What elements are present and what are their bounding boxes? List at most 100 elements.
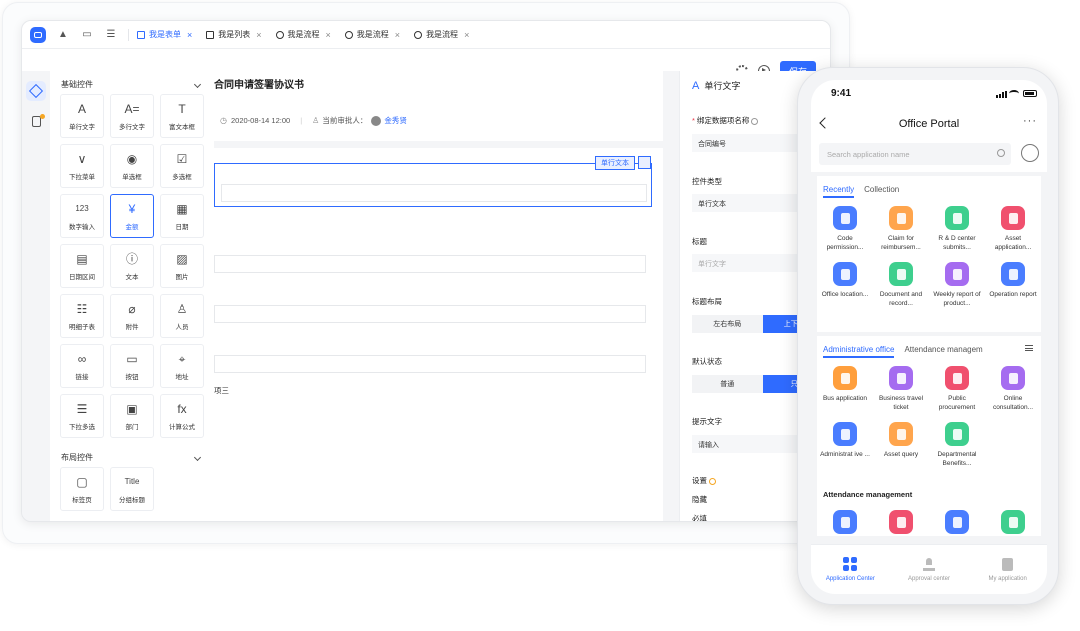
control-item[interactable]: ¥ 金额 — [110, 194, 154, 238]
app-tile[interactable]: Office location... — [817, 262, 873, 318]
layout-label: 标题布局 — [692, 297, 722, 306]
menu-icon[interactable] — [1025, 345, 1033, 351]
search-input[interactable]: Search application name — [819, 143, 1011, 165]
recent-tabs: Recently Collection — [817, 176, 1041, 200]
divider: | — [300, 116, 303, 125]
app-tile[interactable]: Asset query — [873, 422, 929, 478]
app-tile[interactable]: Departmental Benefits... — [929, 422, 985, 478]
info-icon[interactable] — [709, 477, 716, 485]
control-item[interactable]: 123 数字输入 — [60, 194, 104, 238]
control-item[interactable]: ▭ 按钮 — [110, 344, 154, 388]
control-item[interactable]: ▣ 部门 — [110, 394, 154, 438]
info-icon[interactable] — [751, 117, 759, 125]
control-item[interactable]: ▦ 日期 — [160, 194, 204, 238]
app-tile[interactable]: Administrat ive ... — [817, 422, 873, 478]
control-item[interactable]: ☷ 明细子表 — [60, 294, 104, 338]
layout-option-left-right[interactable]: 左右布局 — [692, 315, 763, 333]
folder-icon[interactable]: ▭ — [80, 28, 94, 42]
control-item[interactable]: ☰ 下拉多选 — [60, 394, 104, 438]
app-tile[interactable]: Code permission... — [817, 206, 873, 262]
state-option-normal[interactable]: 普通 — [692, 375, 763, 393]
control-item[interactable]: ▢ 标签页 — [60, 467, 104, 511]
menu-icon[interactable]: ☰ — [104, 28, 118, 42]
text-icon: A — [692, 79, 700, 92]
control-item[interactable]: ▨ 图片 — [160, 244, 204, 288]
control-item[interactable]: ☑ 多选框 — [160, 144, 204, 188]
nav-application-center[interactable]: Application Center — [811, 545, 890, 594]
control-palette: 基础控件 A 单行文字 A= 多行文字 T 富文本框 ∨ 下拉菜单 ◉ 单选框 ☑ 多选框 123 数字输… — [50, 71, 214, 521]
control-icon: ∨ — [77, 151, 87, 166]
field-input[interactable] — [214, 355, 646, 373]
notification-icon[interactable]: ▲ — [56, 28, 70, 42]
app-tile[interactable]: Operation report — [985, 262, 1041, 318]
control-item[interactable]: A= 多行文字 — [110, 94, 154, 138]
tab-label: 我是流程 — [287, 30, 320, 39]
app-icon — [833, 510, 857, 534]
control-item[interactable]: ⌖ 地址 — [160, 344, 204, 388]
app-tile[interactable]: Public procurement — [929, 366, 985, 422]
app-tile[interactable]: Claim for reimbursem... — [873, 206, 929, 262]
control-item[interactable]: ⌀ 附件 — [110, 294, 154, 338]
nav-bar: Office Portal ··· — [811, 110, 1047, 138]
app-label: Asset application... — [994, 235, 1032, 252]
tab-collection[interactable]: Collection — [864, 185, 899, 200]
layout-controls-header[interactable]: 布局控件 — [50, 444, 214, 464]
nav-label: Approval center — [907, 575, 951, 582]
selected-field[interactable]: 单行文本 — [214, 156, 652, 207]
app-tile[interactable]: Business travel ticket — [873, 366, 929, 422]
tab-attendance-management[interactable]: Attendance managem — [904, 345, 982, 360]
scan-icon[interactable] — [1021, 144, 1039, 162]
control-item[interactable]: ♙ 人员 — [160, 294, 204, 338]
nav-approval-center[interactable]: Approval center — [890, 545, 969, 594]
app-icon — [1001, 510, 1025, 534]
control-label: 单选框 — [122, 173, 142, 181]
tab-label: 我是表单 — [149, 30, 181, 39]
control-icon: ⌀ — [128, 301, 136, 316]
close-icon[interactable]: × — [464, 30, 469, 40]
control-icon: Title — [124, 476, 140, 486]
app-logo-icon[interactable] — [30, 26, 46, 43]
field-input[interactable] — [214, 305, 646, 323]
control-item[interactable]: ◉ 单选框 — [110, 144, 154, 188]
app-tile[interactable]: R & D center submits... — [929, 206, 985, 262]
nav-my-application[interactable]: My application — [968, 545, 1047, 594]
data-source-button[interactable] — [26, 111, 46, 131]
field-input[interactable] — [214, 255, 646, 273]
control-item[interactable]: ∨ 下拉菜单 — [60, 144, 104, 188]
app-icon — [945, 206, 969, 230]
app-tile[interactable]: Asset application... — [985, 206, 1041, 262]
app-tile[interactable]: Weekly report of product... — [929, 262, 985, 318]
control-item[interactable]: Title 分组标题 — [110, 467, 154, 511]
tab-2[interactable]: 我是流程 × — [270, 21, 337, 49]
basic-controls-header[interactable]: 基础控件 — [50, 71, 214, 91]
status-bar: 9:41 — [811, 80, 1047, 110]
control-item[interactable]: ▤ 日期区间 — [60, 244, 104, 288]
control-item[interactable]: T 富文本框 — [160, 94, 204, 138]
delete-icon[interactable] — [638, 156, 651, 169]
app-tile[interactable]: Document and record... — [873, 262, 929, 318]
control-item[interactable]: ⓘ 文本 — [110, 244, 154, 288]
close-icon[interactable]: × — [256, 30, 261, 40]
hidden-label: 隐藏 — [692, 495, 707, 504]
signal-icon — [996, 91, 1007, 98]
close-icon[interactable]: × — [395, 30, 400, 40]
tab-1[interactable]: 我是列表 × — [200, 21, 267, 49]
tab-0[interactable]: 我是表单 × — [131, 21, 198, 49]
app-tile[interactable]: Bus application — [817, 366, 873, 422]
tab-4[interactable]: 我是流程 × — [408, 21, 475, 49]
tab-administrative-office[interactable]: Administrative office — [823, 345, 895, 358]
properties-title-text: 单行文字 — [704, 81, 741, 91]
nav-label: My application — [988, 575, 1027, 582]
more-icon[interactable]: ··· — [1023, 115, 1037, 127]
app-tile[interactable]: Online consultation... — [985, 366, 1041, 422]
control-item[interactable]: fx 计算公式 — [160, 394, 204, 438]
control-item[interactable]: A 单行文字 — [60, 94, 104, 138]
control-item[interactable]: ∞ 链接 — [60, 344, 104, 388]
close-icon[interactable]: × — [326, 30, 331, 40]
approver-name[interactable]: 金秀贤 — [384, 116, 407, 125]
layers-button[interactable] — [26, 81, 46, 101]
tab-3[interactable]: 我是流程 × — [339, 21, 406, 49]
close-icon[interactable]: × — [187, 30, 192, 40]
field-input[interactable] — [221, 184, 647, 202]
tab-recently[interactable]: Recently — [823, 185, 855, 198]
